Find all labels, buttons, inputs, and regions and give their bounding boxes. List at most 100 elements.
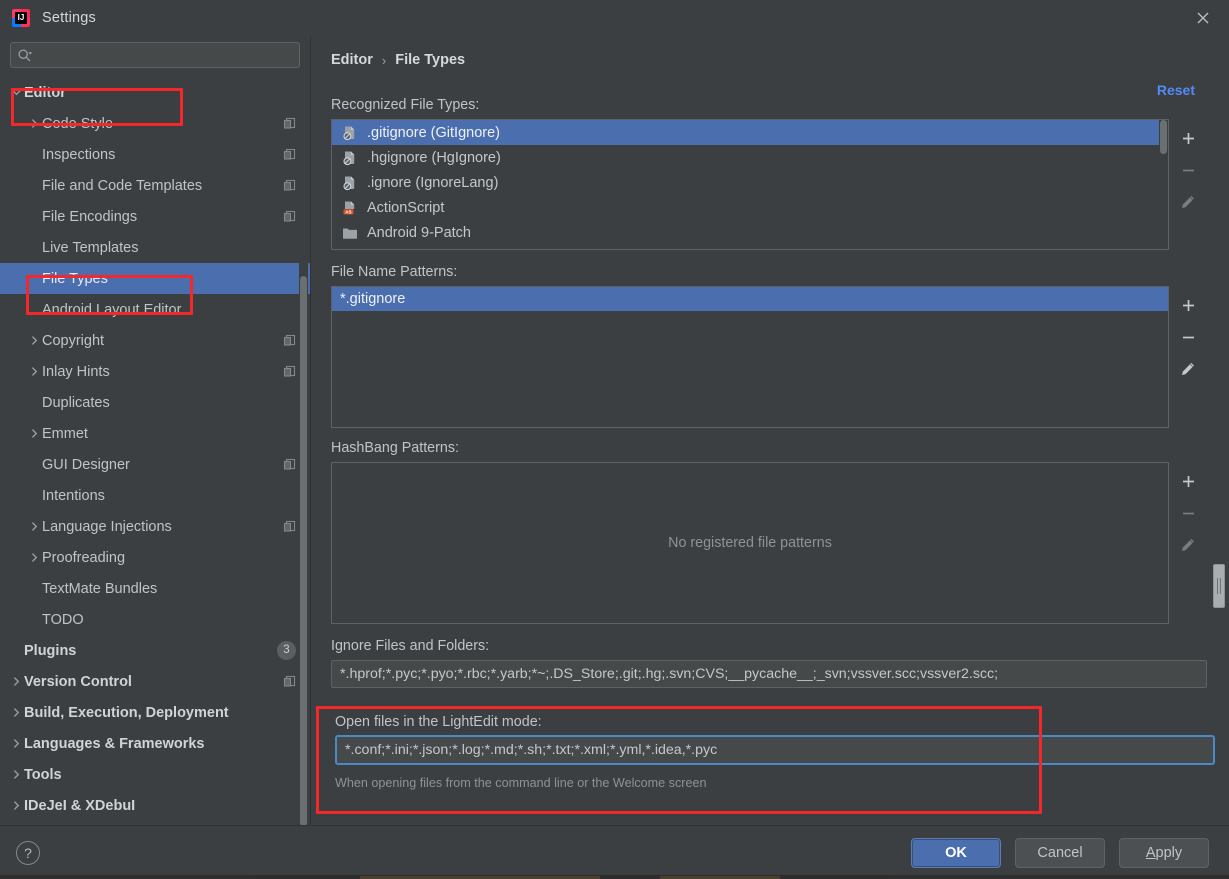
sidebar-item-inspections[interactable]: Inspections xyxy=(0,139,310,170)
lightedit-hint: When opening files from the command line… xyxy=(335,776,707,790)
file-type-list-item[interactable]: .gitignore (GitIgnore) xyxy=(332,120,1168,145)
ignore-files-input[interactable]: *.hprof;*.pyc;*.pyo;*.rbc;*.yarb;*~;.DS_… xyxy=(331,660,1207,688)
sidebar-item-tools[interactable]: Tools xyxy=(0,759,310,790)
file-name-pattern-item[interactable]: *.gitignore xyxy=(332,287,1168,311)
file-type-name: ActionScript xyxy=(367,199,445,216)
sidebar-item-file-encodings[interactable]: File Encodings xyxy=(0,201,310,232)
file-type-list-item[interactable]: Android Data Binding Expressions xyxy=(332,245,1168,249)
chevron-right-icon[interactable] xyxy=(8,801,24,810)
copy-settings-icon[interactable] xyxy=(283,210,296,223)
edit-pattern-button[interactable] xyxy=(1173,354,1203,384)
reset-link[interactable]: Reset xyxy=(1157,82,1195,98)
settings-sidebar: Editor Code Style Inspections File and Code… xyxy=(0,36,310,826)
hashbang-patterns-list[interactable]: No registered file patterns xyxy=(332,463,1168,623)
file-type-list-item[interactable]: .hgignore (HgIgnore) xyxy=(332,145,1168,170)
breadcrumb: Editor › File Types xyxy=(331,36,1229,68)
chevron-right-icon[interactable] xyxy=(8,739,24,748)
sidebar-item-code-style[interactable]: Code Style xyxy=(0,108,310,139)
ignore-files-label: Ignore Files and Folders: xyxy=(331,638,490,654)
lightedit-section: Open files in the LightEdit mode: *.conf… xyxy=(331,706,1229,800)
settings-tree[interactable]: Editor Code Style Inspections File and Code… xyxy=(0,76,310,825)
recognized-list-scrollbar[interactable] xyxy=(1159,120,1168,249)
sidebar-item-todo[interactable]: TODO xyxy=(0,604,310,635)
sidebar-item-label: Version Control xyxy=(24,673,132,690)
sidebar-item-copyright[interactable]: Copyright xyxy=(0,325,310,356)
sidebar-item-textmate-bundles[interactable]: TextMate Bundles xyxy=(0,573,310,604)
chevron-right-icon[interactable] xyxy=(26,119,42,128)
chevron-right-icon[interactable] xyxy=(8,677,24,686)
sidebar-item-language-injections[interactable]: Language Injections xyxy=(0,511,310,542)
recognized-file-types-section: Recognized File Types: .gitignore (GitIg… xyxy=(331,97,1229,250)
file-type-list-item[interactable]: Android 9-Patch xyxy=(332,220,1168,245)
copy-settings-icon[interactable] xyxy=(283,148,296,161)
folder-icon xyxy=(342,225,358,241)
search-box[interactable] xyxy=(10,42,300,68)
sidebar-item-proofreading[interactable]: Proofreading xyxy=(0,542,310,573)
sidebar-item-duplicates[interactable]: Duplicates xyxy=(0,387,310,418)
add-file-type-button[interactable] xyxy=(1173,123,1203,153)
search-input[interactable] xyxy=(35,46,293,64)
minus-icon xyxy=(1181,506,1196,521)
sidebar-scrollbar[interactable] xyxy=(299,80,308,826)
sidebar-item-idejei-xdebui[interactable]: IDeJeI & XDebuI xyxy=(0,790,310,821)
chevron-right-icon[interactable] xyxy=(26,429,42,438)
sidebar-item-android-layout-editor[interactable]: Android Layout Editor xyxy=(0,294,310,325)
sidebar-item-version-control[interactable]: Version Control xyxy=(0,666,310,697)
chevron-right-icon[interactable] xyxy=(8,770,24,779)
apply-button[interactable]: Apply xyxy=(1119,837,1209,868)
help-button[interactable]: ? xyxy=(16,840,40,865)
app-logo-text: IJ xyxy=(15,12,27,24)
sidebar-item-emmet[interactable]: Emmet xyxy=(0,418,310,449)
add-hashbang-button[interactable] xyxy=(1173,466,1203,496)
copy-settings-icon[interactable] xyxy=(283,365,296,378)
chevron-right-icon[interactable] xyxy=(26,336,42,345)
sidebar-item-build-execution-deployment[interactable]: Build, Execution, Deployment xyxy=(0,697,310,728)
ok-button[interactable]: OK xyxy=(911,837,1001,868)
cancel-button[interactable]: Cancel xyxy=(1015,837,1105,868)
copy-settings-icon[interactable] xyxy=(283,675,296,688)
pencil-icon xyxy=(1180,537,1196,553)
sidebar-scrollbar-thumb[interactable] xyxy=(300,276,307,826)
sidebar-item-inlay-hints[interactable]: Inlay Hints xyxy=(0,356,310,387)
lightedit-input[interactable]: *.conf;*.ini;*.json;*.log;*.md;*.sh;*.tx… xyxy=(335,735,1215,765)
lightedit-value: *.conf;*.ini;*.json;*.log;*.md;*.sh;*.tx… xyxy=(345,742,718,758)
copy-settings-icon[interactable] xyxy=(283,520,296,533)
file-name-patterns-listbox[interactable]: *.gitignore xyxy=(331,286,1169,428)
chevron-right-icon[interactable] xyxy=(26,367,42,376)
chevron-right-icon[interactable] xyxy=(26,553,42,562)
title-bar: IJ Settings xyxy=(0,0,1229,36)
add-pattern-button[interactable] xyxy=(1173,290,1203,320)
remove-pattern-button[interactable] xyxy=(1173,322,1203,352)
app-logo-icon: IJ xyxy=(12,9,30,27)
sidebar-item-live-templates[interactable]: Live Templates xyxy=(0,232,310,263)
chevron-right-icon[interactable] xyxy=(8,708,24,717)
copy-settings-icon[interactable] xyxy=(283,458,296,471)
sidebar-item-editor[interactable]: Editor xyxy=(0,77,310,108)
close-icon[interactable] xyxy=(1191,6,1215,30)
sidebar-item-file-types[interactable]: File Types xyxy=(0,263,310,294)
copy-settings-icon[interactable] xyxy=(283,179,296,192)
recognized-file-types-listbox[interactable]: .gitignore (GitIgnore) .hgignore (HgIgnor… xyxy=(331,119,1169,250)
hashbang-patterns-listbox[interactable]: No registered file patterns xyxy=(331,462,1169,624)
file-name-patterns-list[interactable]: *.gitignore xyxy=(332,287,1168,427)
breadcrumb-root[interactable]: Editor xyxy=(331,52,373,68)
chevron-down-icon[interactable] xyxy=(8,88,24,97)
recognized-file-types-list[interactable]: .gitignore (GitIgnore) .hgignore (HgIgnor… xyxy=(332,120,1168,249)
recognized-file-types-toolbar xyxy=(1169,119,1207,250)
file-type-list-item[interactable]: AS ActionScript xyxy=(332,195,1168,220)
recognized-list-scrollbar-thumb[interactable] xyxy=(1160,120,1167,154)
breadcrumb-separator-icon: › xyxy=(381,52,387,68)
copy-settings-icon[interactable] xyxy=(283,334,296,347)
hashbang-patterns-section: HashBang Patterns: No registered file pa… xyxy=(331,440,1229,624)
sidebar-item-file-and-code-templates[interactable]: File and Code Templates xyxy=(0,170,310,201)
sidebar-item-gui-designer[interactable]: GUI Designer xyxy=(0,449,310,480)
sidebar-item-intentions[interactable]: Intentions xyxy=(0,480,310,511)
chevron-right-icon[interactable] xyxy=(26,522,42,531)
content-scrollbar-thumb[interactable] xyxy=(1213,564,1225,608)
background-ide-sliver xyxy=(0,875,1229,879)
copy-settings-icon[interactable] xyxy=(283,117,296,130)
sidebar-item-languages-frameworks[interactable]: Languages & Frameworks xyxy=(0,728,310,759)
file-type-list-item[interactable]: .ignore (IgnoreLang) xyxy=(332,170,1168,195)
content-scrollbar[interactable] xyxy=(1210,36,1226,825)
sidebar-item-plugins[interactable]: Plugins 3 xyxy=(0,635,310,666)
